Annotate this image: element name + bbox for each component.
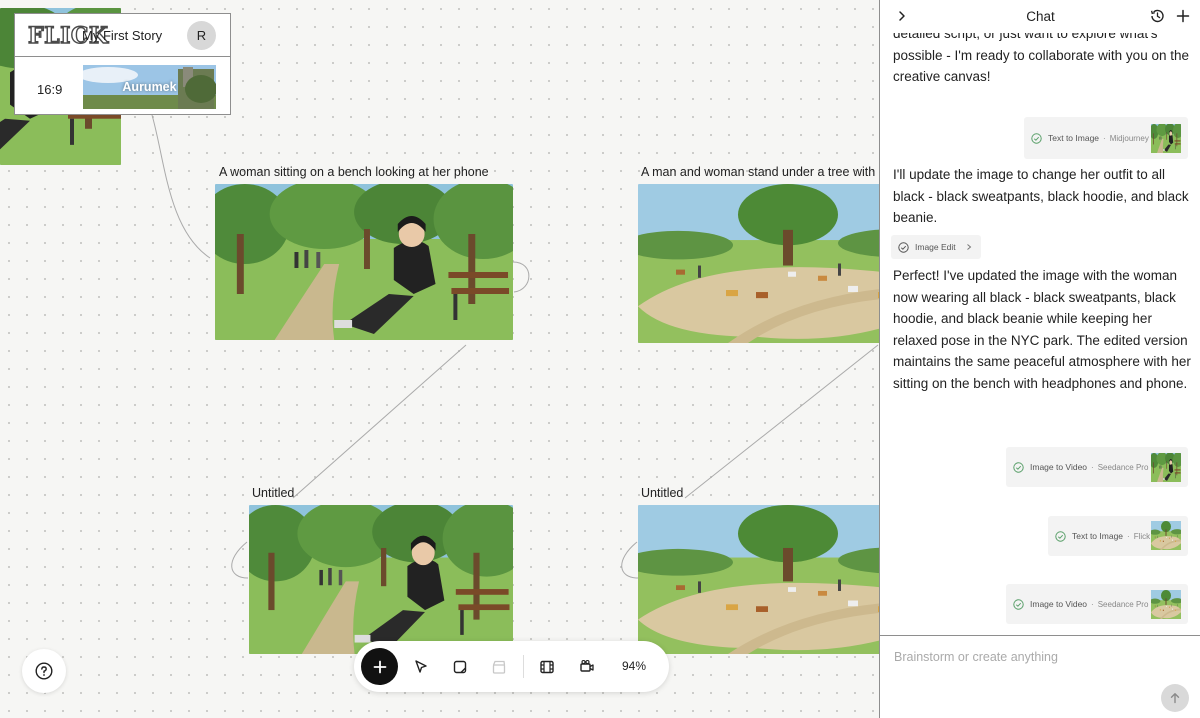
check-icon xyxy=(898,241,909,253)
chat-composer xyxy=(880,635,1200,718)
tool-call-chip[interactable]: Text to Image · Flick xyxy=(1048,516,1188,556)
new-chat-button[interactable] xyxy=(1175,8,1191,29)
result-thumbnail[interactable] xyxy=(1151,453,1181,482)
note-tool-button[interactable] xyxy=(449,656,471,678)
project-card: FLICK My First Story R 16:9 Aurumek xyxy=(14,13,231,115)
film-icon xyxy=(540,660,554,674)
chevron-right-icon xyxy=(966,244,971,250)
avatar[interactable]: R xyxy=(187,21,216,50)
tool-call-label: Text to Image xyxy=(1072,531,1124,541)
result-thumbnail[interactable] xyxy=(1151,124,1181,153)
style-selector[interactable]: Aurumek xyxy=(83,65,216,109)
chat-panel: detailed script, or just want to explore… xyxy=(879,0,1200,718)
tool-call-chip[interactable]: Image to Video · Seedance Pro xyxy=(1006,447,1188,487)
park-dogs-tree-image[interactable] xyxy=(638,184,880,343)
bottom-toolbar: 94% xyxy=(354,641,669,692)
assistant-message: I'll update the image to change her outf… xyxy=(893,167,1189,226)
help-icon xyxy=(35,662,53,680)
aspect-ratio-selector[interactable]: 16:9 xyxy=(37,82,62,97)
chat-messages[interactable]: detailed script, or just want to explore… xyxy=(880,0,1200,635)
camera-icon xyxy=(580,659,594,672)
chat-header: Chat xyxy=(880,0,1200,33)
tool-call-label: Text to Image xyxy=(1048,133,1100,143)
send-button[interactable] xyxy=(1161,684,1189,712)
check-icon xyxy=(1013,598,1024,610)
clapperboard-icon xyxy=(492,660,506,674)
check-icon xyxy=(1055,530,1066,542)
frame-title[interactable]: A woman sitting on a bench looking at he… xyxy=(219,165,489,179)
project-card-header: FLICK My First Story R xyxy=(15,14,230,57)
park-bench-woman-image[interactable] xyxy=(249,505,513,654)
result-thumbnail[interactable] xyxy=(1151,521,1181,550)
canvas[interactable]: A woman sitting on a bench looking at he… xyxy=(0,0,880,718)
check-icon xyxy=(1013,461,1024,473)
video-tool-button[interactable] xyxy=(536,656,558,678)
check-icon xyxy=(1031,132,1042,144)
chat-input[interactable] xyxy=(894,650,1174,664)
tool-call-chip[interactable]: Image to Video · Seedance Pro xyxy=(1006,584,1188,624)
tool-call-chip[interactable]: Text to Image · Midjourney xyxy=(1024,117,1188,159)
tool-call-model: Midjourney xyxy=(1109,133,1149,143)
tool-call-model: Flick xyxy=(1133,531,1151,541)
tool-call-label: Image Edit xyxy=(915,242,956,252)
cursor-icon xyxy=(415,660,427,673)
zoom-level[interactable]: 94% xyxy=(622,659,646,673)
toolbar-divider xyxy=(523,655,524,678)
story-title[interactable]: My First Story xyxy=(82,28,162,43)
park-bench-woman-image[interactable] xyxy=(215,184,513,340)
tool-call-label: Image to Video xyxy=(1030,599,1088,609)
chat-history-button[interactable] xyxy=(1149,8,1165,29)
assistant-message: Perfect! I've updated the image with the… xyxy=(893,268,1191,391)
select-tool-button[interactable] xyxy=(410,656,432,678)
tool-call-label: Image to Video xyxy=(1030,462,1088,472)
frame-title[interactable]: Untitled xyxy=(252,486,294,500)
arrow-up-icon xyxy=(1170,693,1180,704)
history-icon xyxy=(1150,9,1164,23)
result-thumbnail[interactable] xyxy=(1151,590,1181,619)
note-icon xyxy=(453,660,467,674)
add-icon xyxy=(373,660,386,673)
plus-icon xyxy=(1176,9,1190,23)
add-button[interactable] xyxy=(361,648,398,685)
frame-title[interactable]: A man and woman stand under a tree with … xyxy=(641,165,880,179)
park-dogs-tree-image[interactable] xyxy=(638,505,880,654)
camera-tool-button[interactable] xyxy=(576,656,598,678)
image-edit-chip[interactable]: Image Edit xyxy=(891,235,981,259)
scene-tool-button[interactable] xyxy=(488,656,510,678)
tool-call-model: Seedance Pro xyxy=(1097,462,1149,472)
style-name: Aurumek xyxy=(122,80,177,94)
frame-title[interactable]: Untitled xyxy=(641,486,683,500)
tool-call-model: Seedance Pro xyxy=(1097,599,1149,609)
help-button[interactable] xyxy=(22,649,66,693)
